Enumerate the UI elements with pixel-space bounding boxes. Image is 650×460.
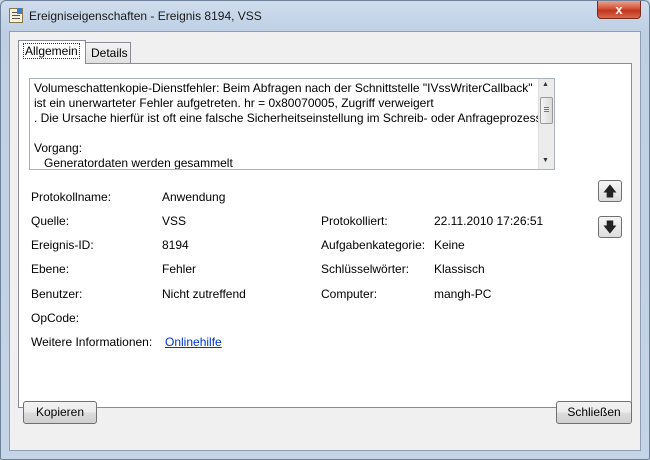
computer-label: Computer:: [321, 287, 378, 301]
previous-event-button[interactable]: 🡅: [598, 180, 622, 202]
event-description-box[interactable]: Volumeschattenkopie-Dienstfehler: Beim A…: [29, 78, 555, 170]
copy-button[interactable]: Kopieren: [23, 401, 97, 424]
benutzer-value: Nicht zutreffend: [162, 287, 246, 301]
event-properties-window: Ereigniseigenschaften - Ereignis 8194, V…: [0, 0, 650, 460]
next-event-button[interactable]: 🡇: [598, 216, 622, 238]
event-description-text: Volumeschattenkopie-Dienstfehler: Beim A…: [34, 81, 545, 170]
event-viewer-icon: [9, 8, 23, 23]
ebene-value: Fehler: [162, 262, 197, 276]
opcode-label: OpCode:: [31, 311, 80, 325]
computer-value: mangh-PC: [434, 287, 492, 301]
scrollbar-thumb[interactable]: [540, 97, 553, 124]
aufgabenkategorie-value: Keine: [434, 238, 465, 252]
description-line: Vorgang:: [34, 141, 83, 155]
protokolliert-label: Protokolliert:: [321, 214, 388, 228]
schluesselwoerter-label: Schlüsselwörter:: [321, 262, 410, 276]
arrow-up-icon: 🡅: [602, 183, 618, 199]
tab-allgemein-label: Allgemein: [23, 43, 80, 59]
protokollname-label: Protokollname:: [31, 190, 112, 204]
tab-details[interactable]: Details: [85, 42, 131, 63]
ereignis-id-label: Ereignis-ID:: [31, 238, 94, 252]
tab-allgemein[interactable]: Allgemein: [18, 40, 86, 64]
description-line: [34, 126, 539, 141]
onlinehilfe-link[interactable]: Onlinehilfe: [165, 335, 222, 349]
description-line: Volumeschattenkopie-Dienstfehler: Beim A…: [34, 81, 533, 95]
benutzer-label: Benutzer:: [31, 287, 83, 301]
scroll-down-icon[interactable]: ▼: [542, 157, 549, 164]
title-bar[interactable]: Ereigniseigenschaften - Ereignis 8194, V…: [1, 1, 649, 31]
arrow-down-icon: 🡇: [602, 219, 618, 235]
ereignis-id-value: 8194: [162, 238, 189, 252]
quelle-value: VSS: [162, 214, 187, 228]
protokollname-value: Anwendung: [162, 190, 226, 204]
weitere-informationen-label: Weitere Informationen:: [31, 335, 153, 349]
protokolliert-value: 22.11.2010 17:26:51: [434, 214, 544, 228]
tab-details-label: Details: [91, 46, 128, 60]
general-tab-panel: Volumeschattenkopie-Dienstfehler: Beim A…: [18, 63, 632, 408]
close-window-button[interactable]: x: [597, 1, 641, 19]
schluesselwoerter-value: Klassisch: [434, 262, 485, 276]
close-button[interactable]: Schließen: [556, 401, 632, 424]
ebene-label: Ebene:: [31, 262, 70, 276]
description-line: Generatordaten werden gesammelt: [44, 156, 233, 170]
description-scrollbar[interactable]: ▲ ▼: [538, 79, 554, 169]
dialog-client-area: Allgemein Details Volumeschattenkopie-Di…: [9, 31, 641, 451]
window-title: Ereigniseigenschaften - Ereignis 8194, V…: [29, 9, 262, 23]
quelle-label: Quelle:: [31, 214, 70, 228]
description-line: ist ein unerwarteter Fehler aufgetreten.…: [34, 96, 434, 110]
aufgabenkategorie-label: Aufgabenkategorie:: [321, 238, 426, 252]
description-line: . Die Ursache hierfür ist oft eine falsc…: [34, 111, 545, 125]
scroll-up-icon[interactable]: ▲: [542, 81, 549, 88]
